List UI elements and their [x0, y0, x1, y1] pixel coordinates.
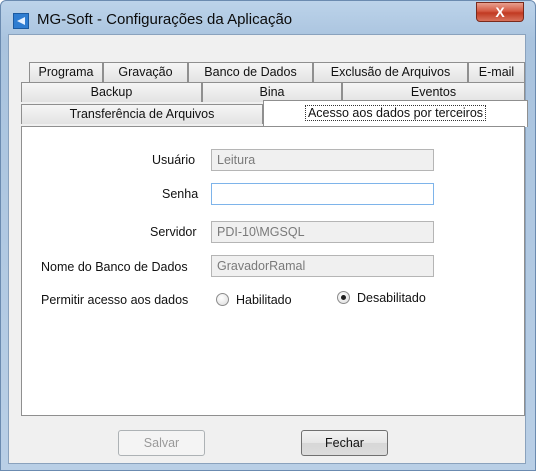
tab-banco-de-dados[interactable]: Banco de Dados: [188, 62, 313, 82]
tab-label-active: Acesso aos dados por terceiros: [304, 105, 487, 121]
permitir-acesso-label: Permitir acesso aos dados: [41, 293, 189, 307]
tab-bina[interactable]: Bina: [202, 82, 342, 102]
tab-email[interactable]: E-mail: [468, 62, 525, 82]
senha-input[interactable]: [211, 183, 434, 205]
usuario-field: Leitura: [211, 149, 434, 171]
close-icon[interactable]: X: [476, 2, 524, 22]
servidor-field: PDI-10\MGSQL: [211, 221, 434, 243]
radio-desabilitado-label[interactable]: Desabilitado: [357, 291, 426, 305]
window-title: MG-Soft - Configurações da Aplicação: [37, 11, 293, 28]
radio-habilitado[interactable]: [216, 293, 229, 306]
tab-programa[interactable]: Programa: [29, 62, 103, 82]
nome-banco-field: GravadorRamal: [211, 255, 434, 277]
tab-backup[interactable]: Backup: [21, 82, 202, 102]
tab-transferencia-de-arquivos[interactable]: Transferência de Arquivos: [21, 104, 263, 124]
usuario-label: Usuário: [152, 153, 196, 167]
title-bar[interactable]: MG-Soft - Configurações da Aplicação X: [1, 1, 535, 35]
app-icon: [13, 13, 29, 29]
radio-desabilitado[interactable]: [337, 291, 350, 304]
close-button[interactable]: Fechar: [301, 430, 388, 456]
senha-label: Senha: [162, 187, 199, 201]
save-button[interactable]: Salvar: [118, 430, 205, 456]
tab-acesso-aos-dados-por-terceiros[interactable]: Acesso aos dados por terceiros: [263, 100, 528, 127]
tab-exclusao-de-arquivos[interactable]: Exclusão de Arquivos: [313, 62, 468, 82]
tab-eventos[interactable]: Eventos: [342, 82, 525, 102]
radio-habilitado-label[interactable]: Habilitado: [236, 293, 292, 307]
nome-banco-label: Nome do Banco de Dados: [41, 260, 188, 274]
servidor-label: Servidor: [150, 225, 197, 239]
tab-gravacao[interactable]: Gravação: [103, 62, 188, 82]
